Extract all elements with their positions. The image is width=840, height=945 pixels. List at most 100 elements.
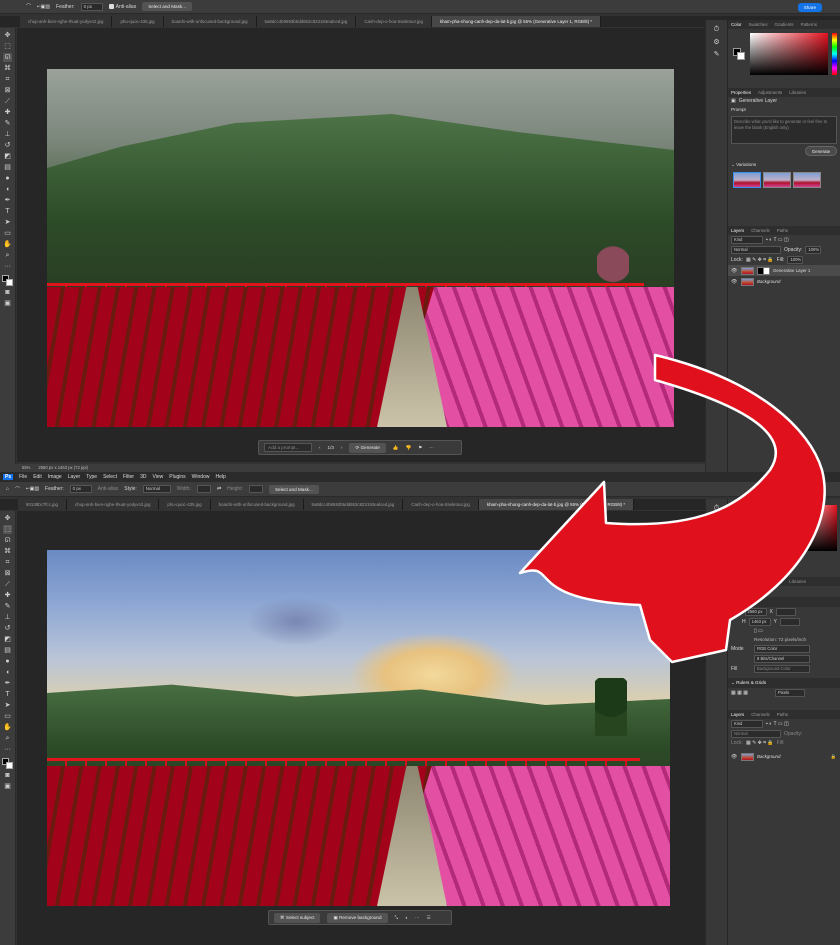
- ps-logo-icon[interactable]: Ps: [3, 474, 14, 480]
- antialias-checkbox[interactable]: Anti-alias: [108, 4, 136, 10]
- clone-stamp-icon[interactable]: ⊥: [3, 613, 12, 622]
- select-subject-button[interactable]: ⌘ Select subject: [274, 912, 321, 923]
- more-tools-icon[interactable]: ···: [3, 262, 12, 271]
- frame-tool-icon[interactable]: ⊠: [3, 86, 12, 95]
- variation-thumb[interactable]: [793, 172, 821, 188]
- y-input[interactable]: [779, 618, 800, 626]
- filter-icons[interactable]: ▪ ◐ T ▭ ◫: [766, 237, 789, 243]
- history-brush-icon[interactable]: ↺: [3, 141, 12, 150]
- settings-icon[interactable]: ☰: [427, 915, 431, 921]
- tab-swatches[interactable]: Swatches: [749, 20, 768, 29]
- eraser-icon[interactable]: ◩: [3, 152, 12, 161]
- lock-icon[interactable]: 🔒: [831, 754, 840, 760]
- blend-mode-select[interactable]: Normal: [731, 730, 781, 738]
- link-icon[interactable]: 8: [731, 609, 734, 615]
- lasso-tool-icon[interactable]: ⌒: [15, 486, 20, 493]
- hand-tool-icon[interactable]: ✋: [3, 723, 12, 732]
- tab-patterns[interactable]: Patterns: [801, 20, 817, 29]
- crop-tool-icon[interactable]: ⌗: [3, 558, 12, 567]
- shape-tool-icon[interactable]: ▭: [3, 712, 12, 721]
- lock-icons[interactable]: ▦ ✎ ✥ ⌗ 🔒: [746, 740, 774, 746]
- width-input[interactable]: 2560 px: [744, 608, 767, 616]
- transform-icon[interactable]: ⤡: [395, 915, 399, 920]
- quick-mask-icon[interactable]: ◙: [3, 771, 12, 780]
- zoom-level[interactable]: 55%: [22, 464, 30, 472]
- feather-input[interactable]: 0 px: [80, 2, 103, 11]
- more-tools-icon[interactable]: ···: [3, 745, 12, 754]
- dodge-tool-icon[interactable]: ◖: [3, 668, 12, 677]
- healing-brush-icon[interactable]: ✚: [3, 591, 12, 600]
- doc-tab[interactable]: 5a8dcc4b9593b5dd652c823193ealced.jpg: [303, 499, 404, 510]
- menu-help[interactable]: Help: [215, 474, 225, 480]
- gradient-tool-icon[interactable]: ▤: [3, 163, 12, 172]
- properties-icon[interactable]: ⚙: [713, 38, 719, 46]
- prompt-textarea[interactable]: Describe what you'd like to generate or …: [731, 116, 837, 144]
- home-icon[interactable]: ⌂: [6, 486, 9, 492]
- lasso-tool-icon[interactable]: ⌒: [26, 3, 31, 10]
- menu-view[interactable]: View: [153, 474, 164, 480]
- hand-tool-icon[interactable]: ✋: [3, 240, 12, 249]
- remove-background-button[interactable]: ▣ Remove background: [327, 912, 388, 923]
- object-select-icon[interactable]: ⌘: [3, 547, 12, 556]
- kind-filter[interactable]: Kind: [731, 236, 763, 244]
- color-swatches-icon[interactable]: [2, 275, 13, 286]
- opacity-input[interactable]: 100%: [805, 246, 822, 254]
- gradient-tool-icon[interactable]: ▤: [3, 646, 12, 655]
- select-and-mask-button[interactable]: Select and Mask...: [142, 2, 193, 11]
- thumbs-down-icon[interactable]: 👎: [405, 445, 411, 451]
- layer-row[interactable]: 👁 Generative Layer 1: [728, 265, 840, 276]
- menu-3d[interactable]: 3D: [140, 474, 146, 480]
- doc-tab[interactable]: chup-anh-bien-nghe-thuat-yodyvn2.jpg: [20, 16, 113, 27]
- adjust-icon[interactable]: ◐: [405, 915, 408, 920]
- panel-generate-button[interactable]: Generate: [805, 146, 837, 156]
- x-input[interactable]: [775, 608, 796, 616]
- brush-settings-icon[interactable]: ✎: [714, 529, 720, 537]
- next-variation-icon[interactable]: ›: [341, 445, 343, 450]
- tab-channels[interactable]: Channels: [751, 710, 770, 719]
- pen-tool-icon[interactable]: ✒: [3, 679, 12, 688]
- hue-slider[interactable]: [832, 33, 837, 75]
- kind-filter[interactable]: Kind: [731, 720, 763, 728]
- tab-gradients[interactable]: Gradients: [775, 20, 794, 29]
- tab-adjustments[interactable]: Adjustments: [758, 577, 782, 586]
- history-brush-icon[interactable]: ↺: [3, 624, 12, 633]
- tab-adjustments[interactable]: Adjustments: [758, 88, 782, 97]
- doc-tab[interactable]: 80138bc7fcc.jpg: [18, 499, 67, 510]
- menu-select[interactable]: Select: [103, 474, 117, 480]
- menu-file[interactable]: File: [19, 474, 27, 480]
- doc-tab[interactable]: boards-with-unfocused-background.jpg: [210, 499, 304, 510]
- rulers-grids-section[interactable]: ⌄ Rulers & Grids: [728, 678, 840, 688]
- tab-layers[interactable]: Layers: [731, 710, 744, 719]
- units-select[interactable]: Pixels: [774, 689, 805, 697]
- tab-properties[interactable]: Properties: [731, 88, 751, 97]
- photo-canvas[interactable]: [47, 550, 670, 906]
- doc-tab[interactable]: phu-quoc-435.jpg: [112, 16, 164, 27]
- tab-libraries[interactable]: Libraries: [789, 88, 806, 97]
- healing-brush-icon[interactable]: ✚: [3, 108, 12, 117]
- eyedropper-icon[interactable]: ⟋: [3, 580, 12, 589]
- mode-select[interactable]: RGB Color: [754, 645, 810, 653]
- quick-mask-icon[interactable]: ◙: [3, 288, 12, 297]
- history-icon[interactable]: ⏱: [714, 505, 719, 513]
- menu-type[interactable]: Type: [86, 474, 97, 480]
- photo-canvas[interactable]: [47, 69, 674, 427]
- doc-tab-active[interactable]: kham-pha-nhung-canh-dep-da-lat-b.jpg @ 5…: [478, 499, 635, 510]
- zoom-tool-icon[interactable]: ⌕: [3, 251, 12, 260]
- eraser-icon[interactable]: ◩: [3, 635, 12, 644]
- select-and-mask-button[interactable]: Select and Mask...: [268, 484, 319, 494]
- color-field[interactable]: [798, 505, 837, 551]
- share-button[interactable]: Share: [797, 3, 822, 12]
- eyedropper-icon[interactable]: ⟋: [3, 97, 12, 106]
- filter-icons[interactable]: ▪ ◐ T ▭ ◫: [766, 721, 789, 727]
- object-select-icon[interactable]: ⌘: [3, 64, 12, 73]
- feather-input[interactable]: 0 px: [69, 485, 92, 493]
- doc-tab[interactable]: Canh-dep-o-hoa-travletour.jpg: [403, 499, 479, 510]
- swap-icon[interactable]: ⇄: [217, 486, 221, 492]
- layer-row[interactable]: 👁 Background 🔒: [728, 751, 840, 762]
- doc-tab[interactable]: boards-with-unfocused-background.jpg: [163, 16, 257, 27]
- height-input[interactable]: [248, 485, 263, 493]
- flag-icon[interactable]: ⚑: [418, 445, 422, 451]
- more-options-icon[interactable]: ···: [415, 915, 420, 920]
- brush-tool-icon[interactable]: ✎: [3, 119, 12, 128]
- thumbs-up-icon[interactable]: 👍: [393, 445, 399, 451]
